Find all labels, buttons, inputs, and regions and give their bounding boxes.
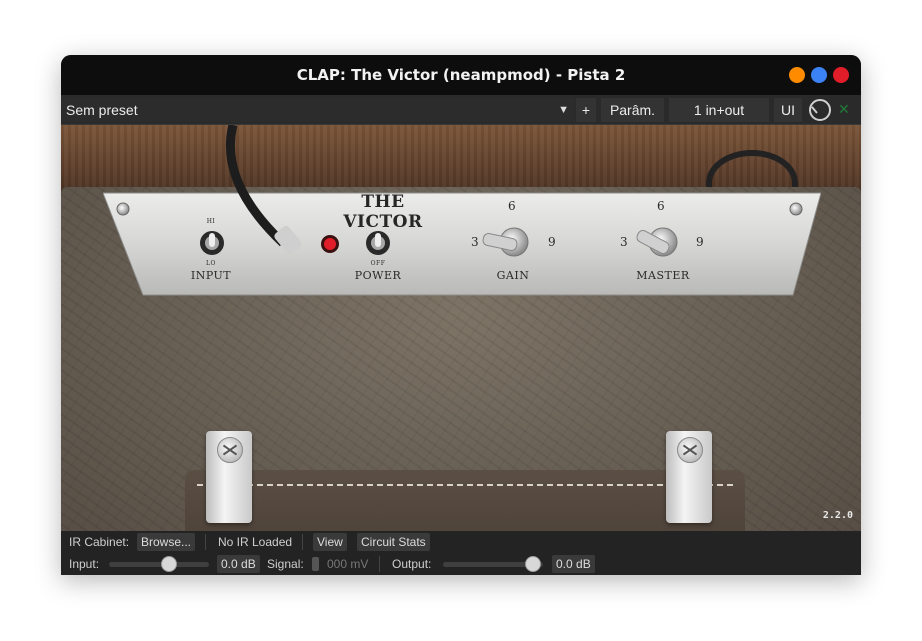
gain-knob[interactable] bbox=[481, 225, 541, 261]
divider bbox=[205, 534, 206, 550]
input-gain-label: Input: bbox=[69, 557, 100, 571]
screw-icon bbox=[677, 437, 703, 463]
input-toggle[interactable] bbox=[199, 228, 225, 254]
screw-icon bbox=[217, 437, 243, 463]
handle-clip-right bbox=[666, 431, 712, 523]
ui-button[interactable]: UI bbox=[774, 98, 802, 122]
power-label: POWER bbox=[354, 269, 402, 282]
levels-row: Input: 0.0 dB Signal: 000 mV Output: 0.0… bbox=[61, 553, 861, 575]
preset-select[interactable]: Sem preset ▼ bbox=[61, 98, 575, 122]
gain-scale-9: 9 bbox=[548, 235, 556, 249]
window-title: CLAP: The Victor (neampmod) - Pista 2 bbox=[296, 66, 626, 84]
plugin-window: CLAP: The Victor (neampmod) - Pista 2 Se… bbox=[61, 55, 861, 575]
close-button[interactable] bbox=[833, 67, 849, 83]
output-slider-thumb[interactable] bbox=[525, 556, 541, 572]
params-button[interactable]: Parâm. bbox=[601, 98, 664, 122]
power-toggle[interactable] bbox=[365, 228, 391, 254]
gain-scale-6: 6 bbox=[508, 199, 516, 213]
browse-button[interactable]: Browse... bbox=[137, 533, 196, 551]
divider bbox=[379, 556, 380, 572]
add-preset-button[interactable]: + bbox=[576, 98, 596, 122]
input-label: INPUT bbox=[190, 269, 232, 282]
power-off-mark: OFF bbox=[370, 260, 386, 267]
version-label: 2.2.0 bbox=[822, 510, 853, 521]
dial-icon[interactable] bbox=[809, 99, 831, 121]
master-knob[interactable] bbox=[631, 225, 691, 261]
divider bbox=[302, 534, 303, 550]
maximize-button[interactable] bbox=[811, 67, 827, 83]
master-scale-9: 9 bbox=[696, 235, 704, 249]
minimize-button[interactable] bbox=[789, 67, 805, 83]
input-value[interactable]: 0.0 dB bbox=[217, 555, 260, 573]
output-gain-label: Output: bbox=[392, 557, 432, 571]
signal-value: 000 mV bbox=[327, 557, 369, 571]
leather-handle bbox=[185, 470, 745, 531]
circuit-stats-button[interactable]: Circuit Stats bbox=[357, 533, 430, 551]
title-bar: CLAP: The Victor (neampmod) - Pista 2 bbox=[61, 55, 861, 95]
control-panel bbox=[103, 125, 821, 296]
gain-scale-3: 3 bbox=[471, 235, 479, 249]
close-icon[interactable]: ✕ bbox=[838, 101, 850, 118]
amp-brand-logo: THE VICTOR bbox=[343, 192, 423, 232]
signal-label: Signal: bbox=[267, 557, 304, 571]
preset-label: Sem preset bbox=[66, 102, 138, 118]
handle-clip-left bbox=[206, 431, 252, 523]
chevron-down-icon: ▼ bbox=[558, 104, 569, 116]
status-bar: IR Cabinet: Browse... No IR Loaded View … bbox=[61, 531, 861, 575]
master-label: MASTER bbox=[636, 269, 690, 282]
input-slider-thumb[interactable] bbox=[161, 556, 177, 572]
ir-cabinet-label: IR Cabinet: bbox=[69, 535, 130, 549]
input-slider[interactable] bbox=[109, 562, 209, 567]
master-scale-3: 3 bbox=[620, 235, 628, 249]
window-controls bbox=[789, 67, 849, 83]
io-config-button[interactable]: 1 in+out bbox=[669, 98, 769, 122]
input-lo-mark: LO bbox=[206, 260, 216, 267]
view-button[interactable]: View bbox=[313, 533, 347, 551]
ir-status: No IR Loaded bbox=[218, 535, 293, 549]
master-scale-6: 6 bbox=[657, 199, 665, 213]
output-value[interactable]: 0.0 dB bbox=[552, 555, 595, 573]
ir-row: IR Cabinet: Browse... No IR Loaded View … bbox=[61, 531, 861, 553]
input-hi-mark: HI bbox=[206, 218, 216, 225]
amp-view: THE VICTOR HI LO INPUT OFF POWER 6 3 9 G… bbox=[61, 125, 861, 531]
signal-meter bbox=[312, 557, 319, 571]
host-toolbar: Sem preset ▼ + Parâm. 1 in+out UI ✕ bbox=[61, 95, 861, 125]
input-jack[interactable] bbox=[274, 235, 298, 259]
gain-label: GAIN bbox=[496, 269, 530, 282]
